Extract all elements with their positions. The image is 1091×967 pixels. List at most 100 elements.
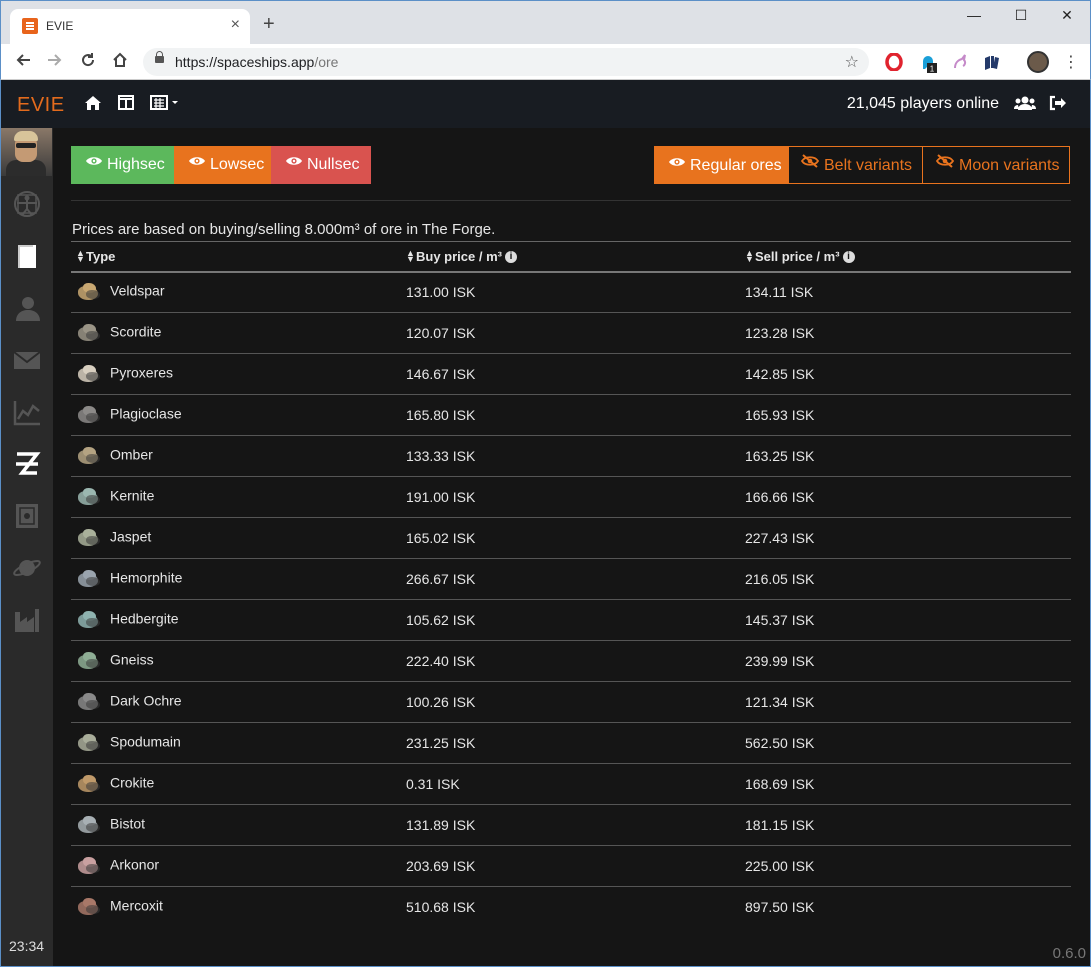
table-row: Bistot 131.89 ISK 181.15 ISK [71,804,1071,846]
belt-variants-toggle-button[interactable]: Belt variants [788,146,923,184]
ghostery-extension-icon[interactable]: 1 [919,53,937,74]
opera-extension-icon[interactable] [885,52,903,72]
highsec-toggle-button[interactable]: Highsec [71,146,174,184]
view-grid-dropdown-icon[interactable] [150,95,182,115]
ore-type-cell: Gneiss [71,640,401,682]
reload-button[interactable] [76,50,100,74]
sidebar: 23:34 [1,128,53,966]
eye-slash-icon [800,145,820,183]
buy-price-cell: 510.68 ISK [406,899,476,916]
sidebar-item-industry[interactable] [1,594,53,644]
info-icon[interactable]: i [504,251,517,264]
sell-price-cell: 562.50 ISK [740,722,1071,764]
home-icon[interactable] [84,95,102,116]
players-online-count: 21,045 players online [846,95,999,112]
address-bar[interactable]: https://spaceships.app/ore ☆ [143,48,869,76]
buy-price-cell: 191.00 ISK [401,476,740,518]
character-portrait[interactable] [1,128,52,176]
ore-rock-icon [76,895,102,917]
price-note: Prices are based on buying/selling 8.000… [72,221,496,238]
info-icon[interactable]: i [842,251,855,264]
table-row: Hedbergite 105.62 ISK 145.37 ISK [71,599,1071,641]
eye-icon [668,145,686,183]
ore-type-cell: Crokite [71,763,401,805]
new-tab-button[interactable]: + [263,14,275,34]
profile-avatar[interactable] [1027,51,1049,73]
browser-tab[interactable]: EVIE × [10,9,250,45]
bookmark-star-icon[interactable]: ☆ [845,52,859,72]
brand-logo[interactable]: EVIE [17,94,65,117]
ore-type-cell: Spodumain [71,722,401,764]
buy-price-cell: 133.33 ISK [401,435,740,477]
buy-price-cell: 131.00 ISK [401,271,740,313]
nullsec-toggle-button[interactable]: Nullsec [271,146,371,184]
ore-type-cell: Dark Ochre [71,681,401,723]
buy-price-cell: 105.62 ISK [401,599,740,641]
logout-icon[interactable] [1049,95,1067,116]
ore-name: Dark Ochre [110,692,182,709]
table-row: Crokite 0.31 ISK 168.69 ISK [71,763,1071,805]
sell-price-cell: 897.50 ISK [745,899,815,916]
table-row: Mercoxit 510.68 ISK 897.50 ISK [71,887,1071,928]
column-header-buy-price[interactable]: ▲ ▼Buy price / m³ i [401,241,740,273]
sell-price-cell: 166.66 ISK [740,476,1071,518]
ore-name: Hemorphite [110,569,183,586]
forward-button[interactable] [43,50,67,74]
sidebar-item-mail[interactable] [1,334,53,384]
table-row: Scordite 120.07 ISK 123.28 ISK [71,312,1071,354]
home-button[interactable] [108,50,132,74]
ore-rock-icon [76,567,102,589]
column-header-sell-price[interactable]: ▲ ▼Sell price / m³ i [740,241,1071,273]
menu-kebab-icon[interactable]: ⋮ [1063,52,1079,72]
close-window-button[interactable]: ✕ [1044,7,1090,27]
buy-price-cell: 231.25 ISK [401,722,740,764]
minimize-button[interactable]: — [951,7,997,27]
tab-close-icon[interactable]: × [231,17,240,33]
sidebar-item-character[interactable] [1,282,53,332]
sell-price-cell: 163.25 ISK [740,435,1071,477]
buy-price-cell: 203.69 ISK [401,845,740,887]
ore-name: Arkonor [110,856,160,873]
sell-price-cell: 145.37 ISK [740,599,1071,641]
sidebar-item-wallet[interactable] [1,490,53,540]
lowsec-toggle-button[interactable]: Lowsec [174,146,271,184]
maximize-button[interactable]: ☐ [998,7,1044,27]
layout-columns-icon[interactable] [118,95,134,115]
lowsec-label: Lowsec [210,156,265,174]
buy-price-cell: 146.67 ISK [401,353,740,395]
z-logo-icon [16,452,41,475]
ore-rock-icon [76,731,102,753]
unicorn-extension-icon[interactable] [951,53,969,71]
table-row: Spodumain 231.25 ISK 562.50 ISK [71,722,1071,764]
sidebar-item-zkillboard[interactable] [1,438,53,488]
ore-price-table: ▲ ▼Type ▲ ▼Buy price / m³ i ▲ ▼Sell price / … [71,241,1071,928]
nullsec-label: Nullsec [307,156,360,174]
ore-rock-icon [76,813,102,835]
ore-name: Hedbergite [110,610,179,627]
app-topbar: EVIE 21,045 players online [1,80,1090,128]
ore-type-cell: Mercoxit [71,887,401,928]
back-button[interactable] [11,50,35,74]
ore-name: Omber [110,446,153,463]
factory-icon [15,609,39,632]
ore-name: Veldspar [110,282,165,299]
sell-price-cell: 121.34 ISK [740,681,1071,723]
eye-icon [188,144,206,182]
eye-icon [285,144,303,182]
sidebar-item-ore[interactable] [1,230,53,280]
sidebar-item-market[interactable] [1,386,53,436]
regular-ores-toggle-button[interactable]: Regular ores [654,146,789,184]
sidebar-item-planets[interactable] [1,542,53,592]
ore-type-cell: Scordite [71,312,401,354]
line-chart-icon [13,401,40,426]
buy-price-cell: 100.26 ISK [401,681,740,723]
ore-type-cell: Hedbergite [71,599,401,641]
sidebar-item-skills[interactable] [1,178,53,228]
moon-variants-label: Moon variants [959,157,1060,175]
books-extension-icon[interactable] [983,53,1001,71]
ore-name: Pyroxeres [110,364,174,381]
column-header-type[interactable]: ▲ ▼Type [71,241,401,273]
ore-type-cell: Bistot [71,804,401,846]
users-icon[interactable] [1014,95,1036,116]
moon-variants-toggle-button[interactable]: Moon variants [922,146,1070,184]
